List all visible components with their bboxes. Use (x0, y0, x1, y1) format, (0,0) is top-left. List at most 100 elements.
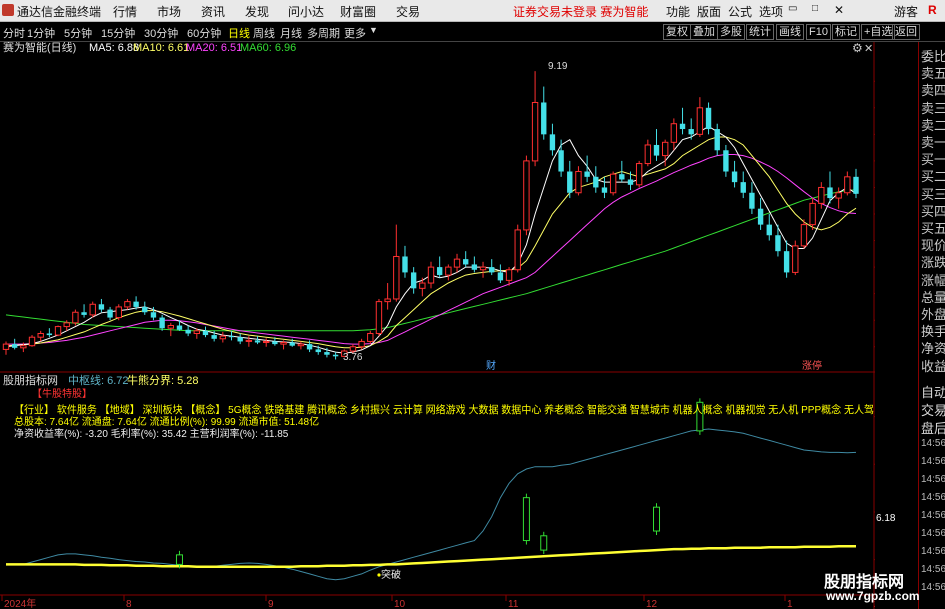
candle-body-up (505, 269, 513, 281)
side-panel-item[interactable]: 买二 (921, 166, 945, 185)
side-panel-item[interactable]: 自动 (921, 382, 945, 401)
candle-body-down (176, 325, 183, 330)
side-panel-item[interactable]: 14:56 (921, 492, 945, 503)
candle-body-down (436, 267, 443, 276)
menu-item-ask[interactable]: 问小达 (288, 3, 324, 20)
period-toolbar: 分时 1分钟 5分钟 15分钟 30分钟 60分钟 日线 周线 月线 多周期 更… (0, 22, 945, 42)
side-panel-item[interactable]: 买四 (921, 201, 945, 220)
mark-button[interactable]: 标记 (832, 24, 860, 40)
menu-item-trade[interactable]: 交易 (396, 3, 420, 20)
candle-body-down (142, 306, 148, 313)
candle-body-down (489, 267, 495, 273)
menu-item-function[interactable]: 功能 (666, 3, 690, 20)
side-panel-item[interactable]: 卖一 (921, 132, 945, 151)
candle-body-down (653, 144, 660, 156)
minimize-icon[interactable]: ▭ (788, 3, 797, 14)
menu-item-market[interactable]: 市场 (157, 3, 181, 20)
finance-marker[interactable]: 财 (486, 359, 496, 372)
candle-body-up (297, 343, 305, 347)
side-panel-item[interactable]: 卖二 (921, 115, 945, 134)
candle-body-up (609, 173, 617, 194)
tab-monthly[interactable]: 月线 (280, 25, 302, 41)
tab-timeshare[interactable]: 分时 (3, 25, 25, 41)
tab-30min[interactable]: 30分钟 (144, 25, 178, 41)
menu-item-wealth[interactable]: 财富圈 (340, 3, 376, 20)
candle-body-up (358, 340, 365, 348)
close-icon[interactable]: ✕ (834, 3, 844, 17)
low-price-label: 3.76 (343, 352, 363, 363)
side-panel-item[interactable]: 买一 (921, 149, 945, 168)
side-panel-item[interactable]: 卖四 (921, 80, 945, 99)
r-icon[interactable]: R (928, 3, 937, 17)
candle-body-down (714, 129, 720, 151)
candle-body-up (28, 336, 36, 347)
stats-button[interactable]: 统计 (746, 24, 774, 40)
tab-more[interactable]: 更多 (344, 25, 366, 41)
side-panel-item[interactable]: 净资 (921, 338, 945, 357)
side-panel-item[interactable]: 14:56 (921, 474, 945, 485)
tab-1min[interactable]: 1分钟 (27, 25, 55, 41)
side-panel-item[interactable]: 14:56 (921, 582, 945, 593)
chart-close-icon[interactable]: ✕ (864, 43, 873, 55)
side-panel-item[interactable]: 14:56 (921, 564, 945, 575)
candle-body-down (601, 187, 608, 193)
menu-item-layout[interactable]: 版面 (697, 3, 721, 20)
tab-daily[interactable]: 日线 (228, 25, 250, 41)
back-button[interactable]: 返回 (892, 24, 920, 40)
kline-chart[interactable]: 9.008.508.007.507.006.506.005.505.004.50… (0, 42, 875, 609)
candle-body-up (696, 107, 704, 135)
side-panel-item[interactable]: 14:56 (921, 456, 945, 467)
guest-label[interactable]: 游客 (894, 3, 918, 20)
multi-stock-button[interactable]: 多股 (717, 24, 745, 40)
side-panel-item[interactable]: 14:56 (921, 438, 945, 449)
side-panel-item[interactable]: 现价 (921, 235, 945, 254)
menu-item-discover[interactable]: 发现 (245, 3, 269, 20)
candle-body-up (54, 326, 62, 336)
side-panel-item[interactable]: 涨跌 (921, 252, 945, 271)
tab-multi-period[interactable]: 多周期 (307, 25, 340, 41)
menu-item-news[interactable]: 资讯 (201, 3, 225, 20)
indicator-value-text: 6.18 (876, 513, 896, 524)
indicator-center-label: 中枢线: 6.72 (68, 373, 129, 387)
side-panel-item[interactable]: 14:56 (921, 546, 945, 557)
tab-weekly[interactable]: 周线 (253, 25, 275, 41)
menu-item-formula[interactable]: 公式 (728, 3, 752, 20)
side-panel-item[interactable]: 换手 (921, 321, 945, 340)
side-panel-item[interactable]: 总量 (921, 287, 945, 306)
more-dropdown-icon[interactable]: ▼ (369, 25, 378, 35)
tab-5min[interactable]: 5分钟 (64, 25, 92, 41)
signal-candle (540, 535, 548, 551)
side-panel-item[interactable]: 买三 (921, 184, 945, 203)
quote-side-panel: 委比 卖五 卖四 卖三 卖二 卖一 买一 买二 买三 买四 买五 现价 涨跌 涨幅 总量 外盘 换手 净资 收益自动… (918, 42, 945, 609)
side-panel-item[interactable]: 交易 (921, 400, 945, 419)
tab-60min[interactable]: 60分钟 (187, 25, 221, 41)
menu-item-options[interactable]: 选项 (759, 3, 783, 20)
side-panel-item[interactable]: 买五 (921, 218, 945, 237)
login-status[interactable]: 证券交易未登录 赛为智能 (513, 3, 648, 20)
settings-gear-icon[interactable]: ⚙ (852, 42, 863, 55)
side-panel-item[interactable]: 收益 (921, 356, 945, 375)
add-watch-button[interactable]: +自选 (861, 24, 896, 40)
overlay-button[interactable]: 叠加 (690, 24, 718, 40)
candle-body-up (167, 325, 174, 329)
limit-up-marker[interactable]: 涨停 (802, 359, 822, 372)
candle-body-down (749, 192, 755, 209)
tab-15min[interactable]: 15分钟 (101, 25, 135, 41)
menu-item-quotes[interactable]: 行情 (113, 3, 137, 20)
candle-body-up (349, 346, 357, 352)
side-panel-item[interactable]: 卖三 (921, 98, 945, 117)
side-panel-item[interactable]: 盘后 (921, 418, 945, 437)
candle-body-down (150, 312, 157, 318)
window-icon[interactable]: □ (812, 3, 818, 14)
side-panel-item[interactable]: 14:56 (921, 510, 945, 521)
side-panel-item[interactable]: 涨幅 (921, 270, 945, 289)
candle-body-up (523, 160, 530, 231)
side-panel-item[interactable]: 卖五 (921, 63, 945, 82)
draw-button[interactable]: 画线 (776, 24, 804, 40)
side-panel-item[interactable]: 14:56 (921, 528, 945, 539)
x-axis-label: 9 (268, 599, 274, 609)
adjust-button[interactable]: 复权 (663, 24, 691, 40)
side-panel-item[interactable]: 外盘 (921, 304, 945, 323)
f10-button[interactable]: F10 (806, 24, 831, 40)
side-panel-item[interactable]: 委比 (921, 46, 945, 65)
